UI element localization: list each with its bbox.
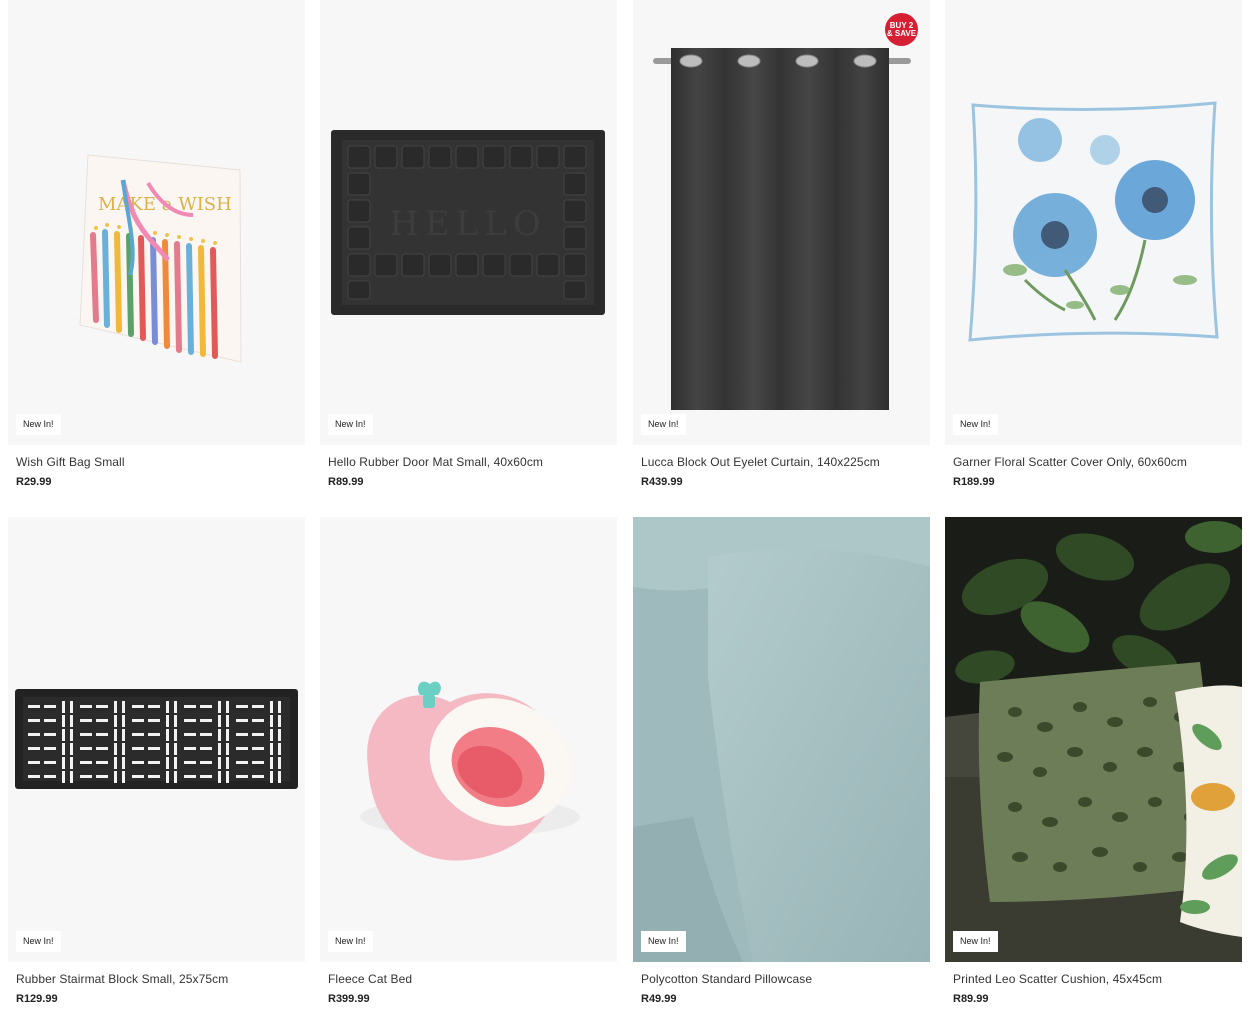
stair-mat-image	[15, 689, 298, 789]
door-mat-image: HELLO	[331, 130, 605, 315]
leo-cushion-image	[945, 517, 1242, 962]
product-image[interactable]: HELLO New In!	[320, 0, 617, 445]
gift-bag-image: MAKE a WISH	[79, 154, 242, 363]
product-name[interactable]: Lucca Block Out Eyelet Curtain, 140x225c…	[641, 455, 930, 469]
new-in-badge: New In!	[953, 414, 998, 435]
curtain-image	[653, 48, 911, 410]
product-name[interactable]: Fleece Cat Bed	[328, 972, 617, 986]
pillowcase-image	[633, 517, 930, 962]
product-price: R49.99	[641, 993, 677, 1005]
product-price: R189.99	[953, 476, 995, 488]
new-in-badge: New In!	[641, 414, 686, 435]
product-price: R29.99	[16, 476, 52, 488]
floral-cushion-image	[968, 101, 1219, 342]
product-image[interactable]: BUY 2 & SAVE New In!	[633, 0, 930, 445]
product-price: R89.99	[953, 993, 989, 1005]
product-price: R129.99	[16, 993, 58, 1005]
new-in-badge: New In!	[953, 931, 998, 952]
new-in-badge: New In!	[328, 931, 373, 952]
new-in-badge: New In!	[641, 931, 686, 952]
product-image[interactable]: New In!	[945, 517, 1242, 962]
cat-bed-image	[360, 681, 580, 861]
mat-lettering: HELLO	[389, 204, 547, 244]
product-price: R89.99	[328, 476, 364, 488]
product-card[interactable]: MAKE a WISH New In! Wish Gift Bag Small …	[8, 0, 305, 488]
product-card[interactable]: HELLO New In! Hello Rubber Door Mat Smal…	[320, 0, 617, 488]
product-name[interactable]: Printed Leo Scatter Cushion, 45x45cm	[953, 972, 1242, 986]
product-image[interactable]: New In!	[633, 517, 930, 962]
product-card[interactable]: New In! Rubber Stairmat Block Small, 25x…	[8, 517, 305, 1005]
product-name[interactable]: Rubber Stairmat Block Small, 25x75cm	[16, 972, 305, 986]
product-grid: MAKE a WISH New In! Wish Gift Bag Small …	[0, 0, 1250, 1034]
product-card[interactable]: New In! Fleece Cat Bed R399.99	[320, 517, 617, 1005]
product-image[interactable]: MAKE a WISH New In!	[8, 0, 305, 445]
product-image[interactable]: New In!	[320, 517, 617, 962]
product-image[interactable]: New In!	[8, 517, 305, 962]
product-card[interactable]: New In! Polycotton Standard Pillowcase R…	[633, 517, 930, 1005]
product-name[interactable]: Hello Rubber Door Mat Small, 40x60cm	[328, 455, 617, 469]
product-card[interactable]: BUY 2 & SAVE New In! Lucca Block Out Eyel…	[633, 0, 930, 488]
product-card[interactable]: New In! Garner Floral Scatter Cover Only…	[945, 0, 1242, 488]
product-image[interactable]: New In!	[945, 0, 1242, 445]
product-price: R439.99	[641, 476, 683, 488]
product-name[interactable]: Polycotton Standard Pillowcase	[641, 972, 930, 986]
new-in-badge: New In!	[16, 931, 61, 952]
product-price: R399.99	[328, 993, 370, 1005]
product-name[interactable]: Garner Floral Scatter Cover Only, 60x60c…	[953, 455, 1242, 469]
promo-line-2: & SAVE	[886, 28, 917, 38]
product-name[interactable]: Wish Gift Bag Small	[16, 455, 305, 469]
product-card[interactable]: New In! Printed Leo Scatter Cushion, 45x…	[945, 517, 1242, 1005]
buy-2-save-badge: BUY 2 & SAVE	[885, 13, 918, 46]
new-in-badge: New In!	[328, 414, 373, 435]
new-in-badge: New In!	[16, 414, 61, 435]
